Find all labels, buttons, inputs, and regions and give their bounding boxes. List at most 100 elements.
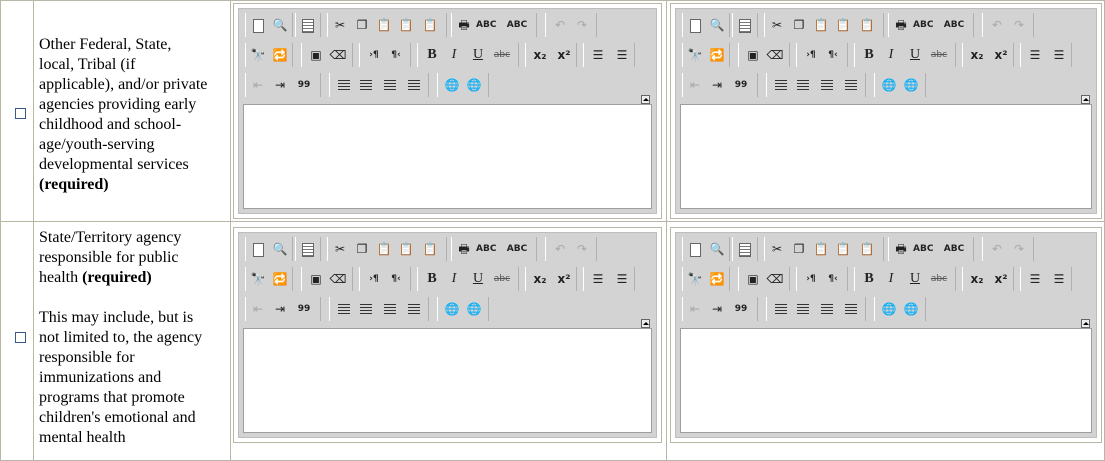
select-all-icon[interactable]: ▣ (306, 45, 326, 65)
paste-word-icon[interactable]: 📋 (857, 239, 877, 259)
spellcheck-as-you-type-icon[interactable]: ABC (502, 15, 532, 35)
strike-icon[interactable]: abc (492, 269, 512, 289)
rtl-icon[interactable]: ¶‹ (823, 45, 843, 65)
superscript-icon[interactable]: x² (554, 45, 574, 65)
indent-icon[interactable]: ⇥ (270, 299, 290, 319)
preview-icon[interactable]: 🔍 (270, 15, 290, 35)
spellcheck-icon[interactable]: ABC (476, 15, 496, 35)
paste-icon[interactable]: 📋 (374, 239, 394, 259)
subscript-icon[interactable]: x₂ (967, 45, 987, 65)
blockquote-icon[interactable]: 99 (731, 299, 751, 319)
replace-icon[interactable]: 🔁 (707, 269, 727, 289)
underline-icon[interactable]: U (905, 269, 925, 289)
editor-text-area[interactable] (680, 104, 1092, 209)
new-page-icon[interactable] (248, 15, 268, 35)
templates-icon[interactable] (735, 239, 755, 259)
remove-format-icon[interactable]: ⌫ (328, 269, 348, 289)
ltr-icon[interactable]: ›¶ (801, 45, 821, 65)
editor-text-area[interactable] (243, 328, 652, 433)
editor-text-area[interactable] (243, 104, 652, 209)
spellcheck-icon[interactable]: ABC (913, 15, 933, 35)
align-right-icon[interactable] (817, 75, 837, 95)
redo-icon[interactable]: ↷ (572, 15, 592, 35)
strike-icon[interactable]: abc (492, 45, 512, 65)
collapse-toolbar-icon[interactable] (1081, 95, 1090, 104)
copy-icon[interactable]: ❐ (352, 15, 372, 35)
editor-text-area[interactable] (680, 328, 1092, 433)
spellcheck-icon[interactable]: ABC (913, 239, 933, 259)
cut-icon[interactable]: ✂ (767, 239, 787, 259)
undo-icon[interactable]: ↶ (987, 239, 1007, 259)
paste-text-icon[interactable]: 📋 (833, 15, 853, 35)
spellcheck-as-you-type-icon[interactable]: ABC (939, 239, 969, 259)
indent-icon[interactable]: ⇥ (707, 299, 727, 319)
cut-icon[interactable]: ✂ (767, 15, 787, 35)
justify-icon[interactable] (841, 299, 861, 319)
spellcheck-as-you-type-icon[interactable]: ABC (502, 239, 532, 259)
blockquote-icon[interactable]: 99 (294, 75, 314, 95)
bold-icon[interactable]: B (859, 269, 879, 289)
collapse-toolbar-icon[interactable] (641, 95, 650, 104)
paste-icon[interactable]: 📋 (374, 15, 394, 35)
paste-icon[interactable]: 📋 (811, 239, 831, 259)
select-all-icon[interactable]: ▣ (306, 269, 326, 289)
align-center-icon[interactable] (356, 75, 376, 95)
bulleted-list-icon[interactable]: ☰ (1049, 269, 1069, 289)
numbered-list-icon[interactable]: ☰ (1025, 269, 1045, 289)
numbered-list-icon[interactable]: ☰ (588, 269, 608, 289)
numbered-list-icon[interactable]: ☰ (1025, 45, 1045, 65)
undo-icon[interactable]: ↶ (550, 15, 570, 35)
paste-word-icon[interactable]: 📋 (420, 15, 440, 35)
remove-format-icon[interactable]: ⌫ (765, 45, 785, 65)
replace-icon[interactable]: 🔁 (270, 269, 290, 289)
ltr-icon[interactable]: ›¶ (364, 45, 384, 65)
find-icon[interactable]: 🔭 (248, 269, 268, 289)
underline-icon[interactable]: U (468, 45, 488, 65)
underline-icon[interactable]: U (905, 45, 925, 65)
find-icon[interactable]: 🔭 (685, 269, 705, 289)
strike-icon[interactable]: abc (929, 45, 949, 65)
remove-format-icon[interactable]: ⌫ (765, 269, 785, 289)
redo-icon[interactable]: ↷ (1009, 15, 1029, 35)
unlink-icon[interactable]: 🌐 (901, 75, 921, 95)
paste-text-icon[interactable]: 📋 (396, 15, 416, 35)
link-icon[interactable]: 🌐 (442, 299, 462, 319)
underline-icon[interactable]: U (468, 269, 488, 289)
subscript-icon[interactable]: x₂ (530, 269, 550, 289)
italic-icon[interactable]: I (444, 45, 464, 65)
row-checkbox[interactable] (15, 108, 26, 119)
indent-icon[interactable]: ⇥ (270, 75, 290, 95)
ltr-icon[interactable]: ›¶ (801, 269, 821, 289)
templates-icon[interactable] (298, 239, 318, 259)
align-right-icon[interactable] (817, 299, 837, 319)
bold-icon[interactable]: B (422, 45, 442, 65)
blockquote-icon[interactable]: 99 (294, 299, 314, 319)
templates-icon[interactable] (735, 15, 755, 35)
align-left-icon[interactable] (771, 299, 791, 319)
print-icon[interactable]: 🖶 (891, 239, 911, 259)
paste-icon[interactable]: 📋 (811, 15, 831, 35)
superscript-icon[interactable]: x² (554, 269, 574, 289)
paste-word-icon[interactable]: 📋 (857, 15, 877, 35)
align-center-icon[interactable] (356, 299, 376, 319)
row-checkbox[interactable] (15, 332, 26, 343)
new-page-icon[interactable] (685, 15, 705, 35)
indent-icon[interactable]: ⇥ (707, 75, 727, 95)
templates-icon[interactable] (298, 15, 318, 35)
bold-icon[interactable]: B (859, 45, 879, 65)
outdent-icon[interactable]: ⇤ (685, 75, 705, 95)
link-icon[interactable]: 🌐 (879, 299, 899, 319)
find-icon[interactable]: 🔭 (248, 45, 268, 65)
redo-icon[interactable]: ↷ (572, 239, 592, 259)
new-page-icon[interactable] (248, 239, 268, 259)
replace-icon[interactable]: 🔁 (707, 45, 727, 65)
align-center-icon[interactable] (793, 299, 813, 319)
remove-format-icon[interactable]: ⌫ (328, 45, 348, 65)
redo-icon[interactable]: ↷ (1009, 239, 1029, 259)
bulleted-list-icon[interactable]: ☰ (612, 269, 632, 289)
rtl-icon[interactable]: ¶‹ (386, 269, 406, 289)
select-all-icon[interactable]: ▣ (743, 45, 763, 65)
copy-icon[interactable]: ❐ (352, 239, 372, 259)
undo-icon[interactable]: ↶ (987, 15, 1007, 35)
blockquote-icon[interactable]: 99 (731, 75, 751, 95)
